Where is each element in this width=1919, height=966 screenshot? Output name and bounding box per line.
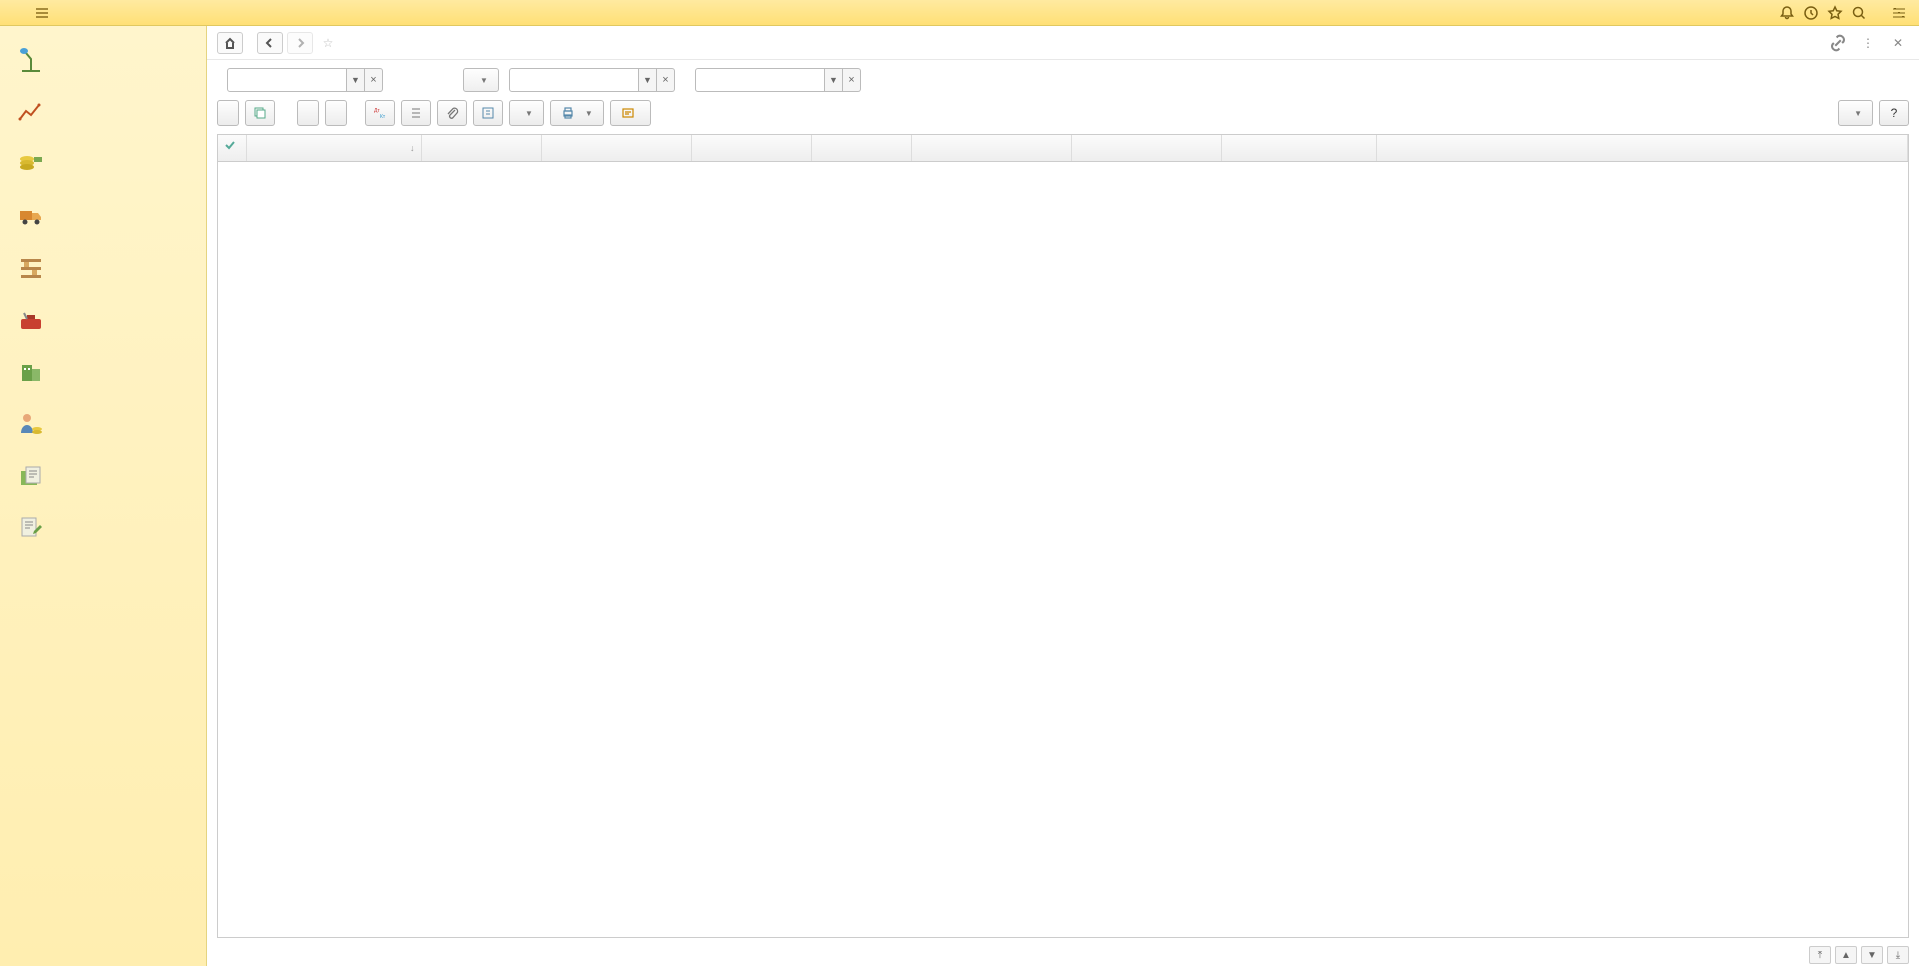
scroll-bottom-icon[interactable]: ⤓ (1887, 946, 1909, 964)
find-button[interactable] (297, 100, 319, 126)
coins-icon (14, 147, 48, 181)
building-icon (14, 355, 48, 389)
home-button[interactable] (217, 32, 243, 54)
chevron-down-icon: ▼ (1854, 109, 1862, 118)
create-based-button[interactable]: ▼ (509, 100, 544, 126)
sklad-button[interactable]: ▼ (463, 68, 499, 92)
search-icon[interactable] (1847, 1, 1871, 25)
org-combo[interactable]: ▼ × (227, 68, 383, 92)
main-menu-icon[interactable] (32, 3, 52, 23)
clear-icon[interactable]: × (365, 68, 383, 92)
star-icon[interactable] (1823, 1, 1847, 25)
section-nav (0, 26, 207, 966)
settings-icon[interactable] (1887, 1, 1911, 25)
chevron-down-icon[interactable]: ▼ (639, 68, 657, 92)
kebab-icon[interactable]: ⋮ (1857, 32, 1879, 54)
nav-manager[interactable] (0, 86, 206, 138)
history-icon[interactable] (1799, 1, 1823, 25)
nav-stock[interactable] (0, 242, 206, 294)
document-table[interactable]: ↓ (217, 134, 1909, 938)
col-comment[interactable] (1376, 135, 1908, 161)
scroll-buttons: ⤒ ▲ ▼ ⤓ (207, 944, 1919, 966)
nav-settings[interactable] (0, 502, 206, 554)
content-pane: ☆ ⋮ ✕ ▼ × ▼ ▼ × (207, 26, 1919, 966)
copy-button[interactable] (245, 100, 275, 126)
chevron-down-icon: ▼ (585, 109, 593, 118)
movements-button[interactable] (610, 100, 651, 126)
list-button[interactable] (401, 100, 431, 126)
col-payer[interactable] (911, 135, 1071, 161)
shelves-icon (14, 251, 48, 285)
link-icon[interactable] (1827, 32, 1849, 54)
create-button[interactable] (217, 100, 239, 126)
sklad-value[interactable] (509, 68, 639, 92)
org-value[interactable] (227, 68, 347, 92)
chevron-down-icon: ▼ (525, 109, 533, 118)
bell-icon[interactable] (1775, 1, 1799, 25)
filter-bar: ▼ × ▼ ▼ × ▼ × (207, 60, 1919, 100)
print-button[interactable]: ▼ (550, 100, 604, 126)
col-cur[interactable] (811, 135, 911, 161)
toolbar: ДтКт ▼ ▼ ▼ ? (207, 100, 1919, 134)
help-button[interactable]: ? (1879, 100, 1909, 126)
scroll-up-icon[interactable]: ▲ (1835, 946, 1857, 964)
desk-lamp-icon (14, 43, 48, 77)
more-button[interactable]: ▼ (1838, 100, 1873, 126)
page-header: ☆ ⋮ ✕ (207, 26, 1919, 60)
truck-icon (14, 199, 48, 233)
clear-icon[interactable]: × (657, 68, 675, 92)
nav-main[interactable] (0, 34, 206, 86)
cancel-find-button (325, 100, 347, 126)
col-date[interactable]: ↓ (246, 135, 421, 161)
close-icon[interactable]: ✕ (1887, 32, 1909, 54)
folder-doc-icon (14, 459, 48, 493)
person-coins-icon (14, 407, 48, 441)
nav-reports[interactable] (0, 450, 206, 502)
forward-button (287, 32, 313, 54)
doc-pencil-icon (14, 511, 48, 545)
col-flag[interactable] (218, 135, 246, 161)
col-org[interactable] (1071, 135, 1221, 161)
chevron-down-icon[interactable]: ▼ (825, 68, 843, 92)
toolbox-icon (14, 303, 48, 337)
col-resp[interactable] (1221, 135, 1376, 161)
chevron-down-icon[interactable]: ▼ (347, 68, 365, 92)
nav-production[interactable] (0, 294, 206, 346)
op-value[interactable] (695, 68, 825, 92)
scroll-top-icon[interactable]: ⤒ (1809, 946, 1831, 964)
nav-bank[interactable] (0, 138, 206, 190)
attach-button[interactable] (437, 100, 467, 126)
chart-line-icon (14, 95, 48, 129)
sklad-combo[interactable]: ▼ × (509, 68, 675, 92)
nav-sales[interactable] (0, 190, 206, 242)
op-combo[interactable]: ▼ × (695, 68, 861, 92)
back-button[interactable] (257, 32, 283, 54)
nav-assets[interactable] (0, 346, 206, 398)
table-header-row[interactable]: ↓ (218, 135, 1908, 161)
col-op[interactable] (541, 135, 691, 161)
scroll-down-icon[interactable]: ▼ (1861, 946, 1883, 964)
register-button[interactable] (473, 100, 503, 126)
nav-hr[interactable] (0, 398, 206, 450)
favorite-star-icon[interactable]: ☆ (317, 36, 339, 50)
titlebar (0, 0, 1919, 26)
svg-text:Кт: Кт (380, 114, 386, 120)
sort-asc-icon: ↓ (410, 143, 415, 153)
chevron-down-icon: ▼ (480, 76, 488, 85)
col-number[interactable] (421, 135, 541, 161)
col-sum[interactable] (691, 135, 811, 161)
dtkt-button[interactable]: ДтКт (365, 100, 395, 126)
clear-icon[interactable]: × (843, 68, 861, 92)
